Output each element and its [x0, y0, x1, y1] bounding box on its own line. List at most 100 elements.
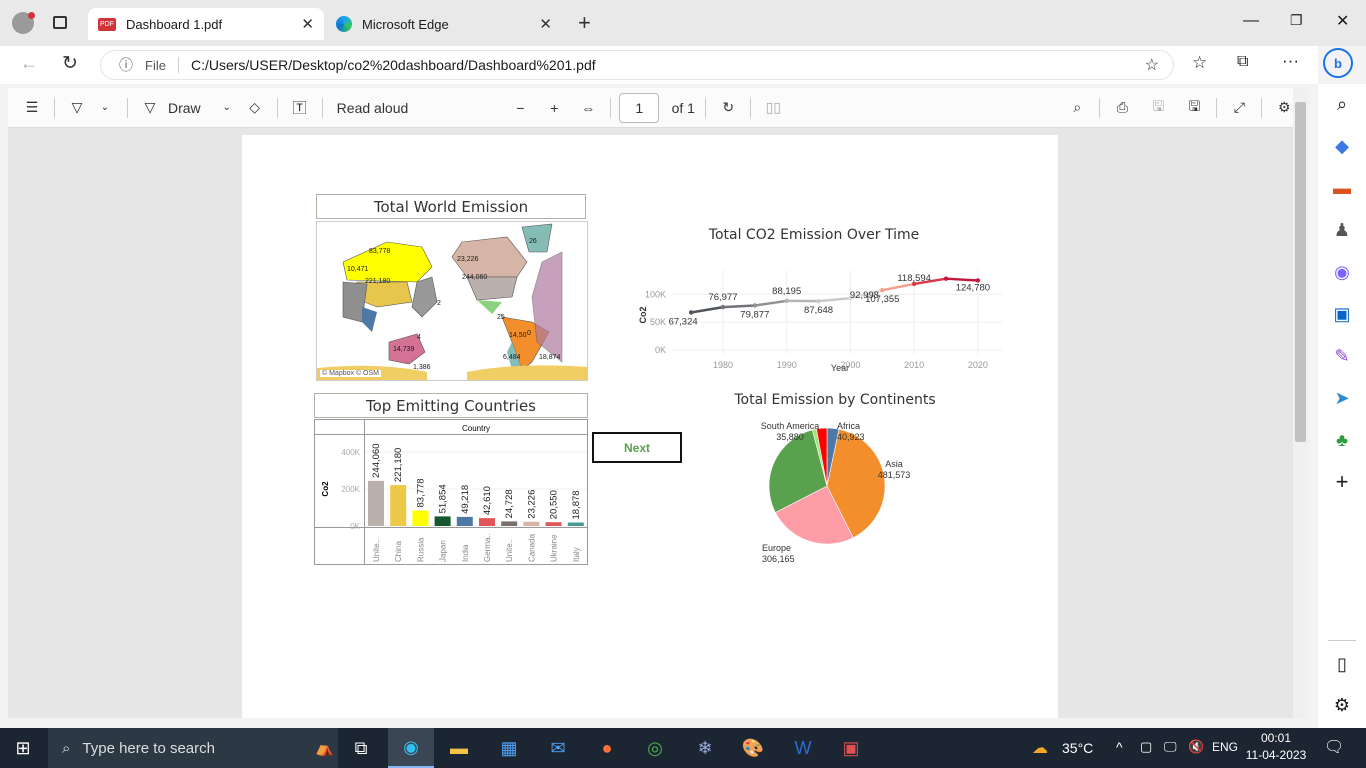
- edge-icon: [336, 16, 352, 32]
- file-explorer-icon[interactable]: ▬: [436, 728, 482, 768]
- microsoft-365-icon[interactable]: ◉: [1318, 254, 1366, 290]
- bar-chart-header: Country: [462, 424, 490, 433]
- firefox-icon[interactable]: ●: [584, 728, 630, 768]
- start-button[interactable]: ⊞: [0, 728, 46, 768]
- paint-icon[interactable]: 🎨: [730, 728, 776, 768]
- more-icon[interactable]: ···: [1282, 51, 1299, 71]
- highlight-icon[interactable]: ▽: [63, 93, 91, 123]
- save-as-icon[interactable]: 🖫: [1180, 93, 1208, 123]
- contents-icon[interactable]: ☰: [18, 93, 46, 123]
- x-tick-label: Unite..: [372, 539, 381, 562]
- chevron-down-icon[interactable]: ⌄: [213, 93, 241, 123]
- x-tick-label: Italy: [572, 547, 581, 562]
- weather-temp[interactable]: 35°C: [1062, 740, 1093, 756]
- close-tab-icon[interactable]: ✕: [301, 15, 314, 33]
- rotate-icon[interactable]: ↻: [714, 93, 742, 123]
- outlook-icon[interactable]: ▣: [1318, 296, 1366, 332]
- clock-date[interactable]: 11-04-2023: [1244, 748, 1308, 762]
- fit-to-width-icon[interactable]: ⇔: [574, 93, 602, 123]
- data-label: 67,324: [669, 316, 698, 327]
- tab-bar: PDF Dashboard 1.pdf ✕ Microsoft Edge ✕ +…: [0, 0, 1366, 46]
- draw-button[interactable]: Draw: [168, 93, 201, 123]
- save-icon[interactable]: 🖫: [1144, 93, 1172, 123]
- fullscreen-icon[interactable]: ⤢: [1225, 93, 1253, 123]
- map-label: 26: [529, 238, 537, 245]
- shopping-icon[interactable]: ◆: [1318, 128, 1366, 164]
- sidebar-toggle-icon[interactable]: ▯: [1318, 646, 1366, 682]
- tools-icon[interactable]: ▬: [1318, 170, 1366, 206]
- add-icon[interactable]: +: [1318, 464, 1366, 500]
- world-map[interactable]: 83,778 23,226 221,180 244,060 14,739 14,…: [316, 221, 588, 381]
- bar: [390, 485, 407, 526]
- search-highlight-icon: ⛺: [315, 740, 334, 757]
- map-label: 1,386: [413, 364, 431, 371]
- clock-time[interactable]: 00:01: [1248, 731, 1304, 745]
- data-label: 118,594: [897, 273, 931, 284]
- back-icon[interactable]: ←: [20, 53, 38, 74]
- camera-icon[interactable]: ▢: [1140, 739, 1152, 755]
- scrollbar-thumb[interactable]: [1295, 102, 1306, 442]
- restore-button[interactable]: ❐: [1290, 12, 1303, 29]
- print-icon[interactable]: ⎙: [1108, 93, 1136, 123]
- url-text[interactable]: C:/Users/USER/Desktop/co2%20dashboard/Da…: [191, 57, 596, 73]
- tab-dashboard-pdf[interactable]: PDF Dashboard 1.pdf ✕: [88, 8, 324, 40]
- tab-actions-icon[interactable]: [53, 16, 67, 29]
- network-icon[interactable]: 🖵: [1164, 739, 1177, 755]
- data-label: 124,780: [956, 282, 990, 293]
- add-favorite-icon[interactable]: ☆: [1145, 55, 1159, 75]
- games-icon[interactable]: ♟: [1318, 212, 1366, 248]
- pie-label-name: Africa: [837, 421, 860, 431]
- tab-microsoft-edge[interactable]: Microsoft Edge ✕: [326, 8, 562, 40]
- new-tab-button[interactable]: +: [578, 10, 591, 36]
- minimize-button[interactable]: —: [1243, 12, 1259, 30]
- zoom-out-button[interactable]: −: [506, 93, 534, 123]
- search-icon[interactable]: ⌕: [1318, 86, 1366, 122]
- map-label: 244,060: [462, 274, 488, 281]
- bar-value-label: 18,878: [571, 490, 582, 519]
- y-tick-label: 0K: [350, 522, 360, 531]
- notifications-icon[interactable]: 🗨: [1324, 737, 1344, 757]
- pdf-app-icon[interactable]: ▣: [828, 728, 874, 768]
- close-window-button[interactable]: ✕: [1336, 11, 1349, 31]
- bing-chat-icon[interactable]: b: [1323, 48, 1353, 78]
- eraser-icon[interactable]: ◇: [241, 93, 269, 123]
- language-indicator[interactable]: ENG: [1212, 740, 1238, 754]
- read-aloud-button[interactable]: Read aloud: [337, 93, 409, 123]
- designer-icon[interactable]: ✎: [1318, 338, 1366, 374]
- close-tab-icon[interactable]: ✕: [539, 15, 552, 33]
- zoom-in-button[interactable]: +: [540, 93, 568, 123]
- search-placeholder: Type here to search: [82, 739, 215, 757]
- scrollbar[interactable]: [1293, 88, 1308, 718]
- taskbar-search[interactable]: ⌕ Type here to search ⛺: [48, 728, 338, 768]
- chrome-icon[interactable]: ◎: [632, 728, 678, 768]
- word-icon[interactable]: W: [780, 728, 826, 768]
- favorites-icon[interactable]: ☆: [1192, 53, 1207, 73]
- weather-icon[interactable]: ☁: [1032, 738, 1048, 758]
- sidebar-settings-icon[interactable]: ⚙: [1318, 687, 1366, 723]
- text-box-icon[interactable]: 🅃: [286, 93, 314, 123]
- task-view-icon[interactable]: ⧉: [338, 728, 384, 768]
- x-tick-label: 2020: [968, 360, 988, 370]
- tree-icon[interactable]: ♣: [1318, 422, 1366, 458]
- map-label: 10,471: [347, 266, 369, 273]
- snowflake-app-icon[interactable]: ❄: [682, 728, 728, 768]
- draw-icon[interactable]: ▽: [136, 93, 164, 123]
- pie-label-value: 481,573: [878, 470, 911, 480]
- send-icon[interactable]: ➤: [1318, 380, 1366, 416]
- page-number-input[interactable]: 1: [619, 92, 660, 123]
- collections-icon[interactable]: ⧉: [1237, 53, 1248, 71]
- store-icon[interactable]: ▦: [486, 728, 532, 768]
- y-tick-label: 50K: [650, 317, 666, 327]
- page-view-icon[interactable]: ▯▯: [759, 93, 787, 123]
- volume-muted-icon[interactable]: 🔇: [1188, 739, 1204, 755]
- refresh-icon[interactable]: ↻: [62, 52, 78, 75]
- edge-taskbar-icon[interactable]: ◉: [388, 728, 434, 768]
- x-tick-label: 2000: [840, 360, 860, 370]
- address-bar[interactable]: ⓘ File C:/Users/USER/Desktop/co2%20dashb…: [100, 50, 1174, 80]
- show-hidden-icons[interactable]: ^: [1116, 739, 1123, 755]
- search-icon[interactable]: ⌕: [1063, 93, 1091, 123]
- next-button[interactable]: Next: [592, 432, 682, 463]
- mail-icon[interactable]: ✉: [535, 728, 581, 768]
- bar: [434, 516, 451, 526]
- chevron-down-icon[interactable]: ⌄: [91, 93, 119, 123]
